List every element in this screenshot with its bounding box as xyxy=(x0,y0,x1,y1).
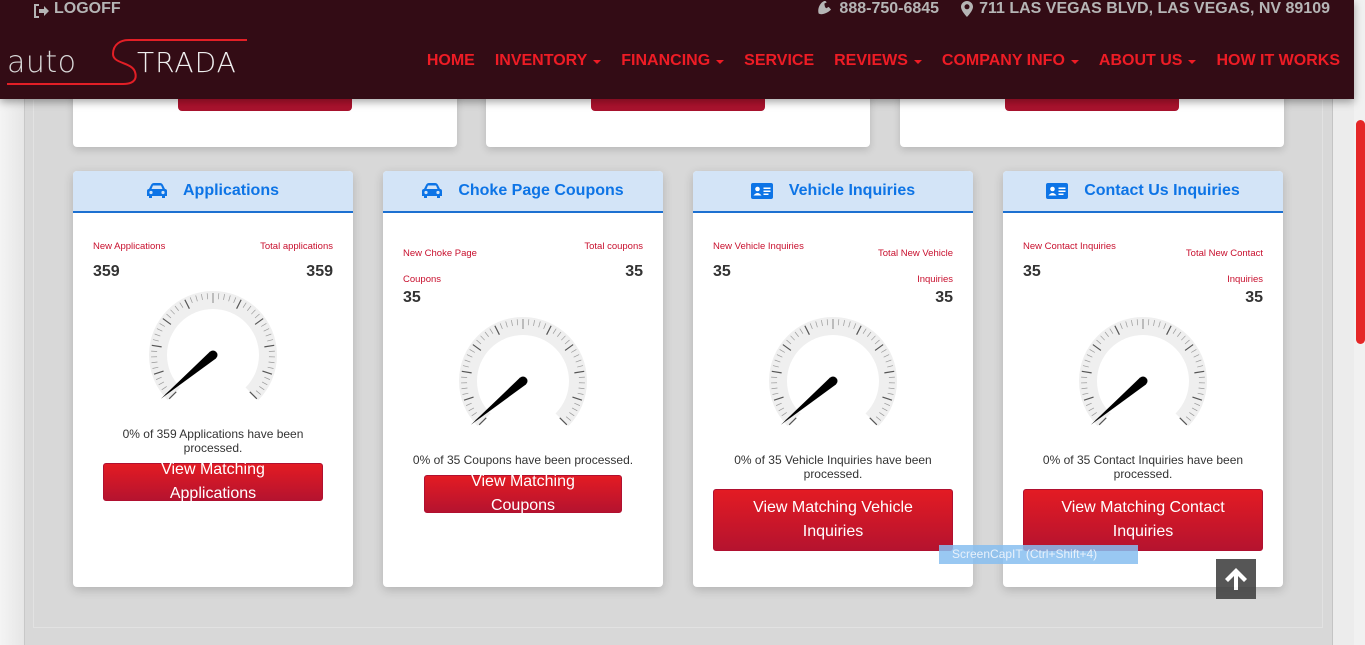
gauge-hub xyxy=(208,350,218,360)
progress-gauge xyxy=(149,291,279,406)
total-count-label: Total New Vehicle Inquiries xyxy=(878,248,953,285)
nav-item-service[interactable]: SERVICE xyxy=(734,52,824,70)
card-title: Contact Us Inquiries xyxy=(1084,182,1240,199)
view-matching-button[interactable]: View Matching Applications xyxy=(103,461,323,502)
view-matching-button[interactable]: View Matching Contact Inquiries xyxy=(1023,489,1263,551)
total-count-value: 359 xyxy=(306,263,333,280)
processed-status-text: 0% of 35 Contact Inquiries have been pro… xyxy=(1042,453,1244,481)
nav-item-about-us[interactable]: ABOUT US xyxy=(1089,52,1207,70)
nav-item-label: HOME xyxy=(426,52,475,69)
caret-down-icon xyxy=(593,60,602,64)
total-count-label: Total coupons xyxy=(584,241,643,252)
caret-down-icon xyxy=(913,60,922,64)
new-count-value: 35 xyxy=(403,289,421,306)
progress-gauge xyxy=(1079,317,1209,432)
total-count-value: 35 xyxy=(935,289,953,306)
site-header: LOGOFF 888-750-6845 711 LAS VEGAS BLVD, … xyxy=(0,0,1354,99)
nav-item-label: INVENTORY xyxy=(494,52,588,69)
view-matching-button-label: View Matching Applications xyxy=(161,461,265,502)
new-count-label: New Choke Page Coupons xyxy=(403,248,477,285)
caret-down-icon xyxy=(716,60,725,64)
nav-item-label: FINANCING xyxy=(621,52,711,69)
caret-down-icon xyxy=(1070,60,1079,64)
new-count-label: New Applications xyxy=(93,241,166,252)
nav-item-financing[interactable]: FINANCING xyxy=(611,52,734,70)
card-title: Vehicle Inquiries xyxy=(788,182,916,199)
card-header: Vehicle Inquiries xyxy=(693,171,973,213)
id-card-icon xyxy=(750,183,773,199)
nav-item-label: COMPANY INFO xyxy=(941,52,1065,69)
autostrada-logo[interactable]: auto TRADA xyxy=(5,38,250,88)
arrow-up-icon xyxy=(1225,568,1247,590)
stat-card-contact-us-inquiries: Contact Us Inquiries New Contact Inquirie… xyxy=(1003,171,1283,587)
card-title: Applications xyxy=(182,182,279,199)
gauge-track xyxy=(769,317,897,427)
card-header: Applications xyxy=(73,171,353,213)
progress-gauge xyxy=(459,317,589,432)
phone-number[interactable]: 888-750-6845 xyxy=(839,0,939,18)
nav-item-home[interactable]: HOME xyxy=(417,52,485,70)
caret-down-icon xyxy=(1188,60,1197,64)
new-count-value: 35 xyxy=(1023,263,1041,280)
scrollbar-thumb[interactable] xyxy=(1356,120,1365,344)
stat-card-vehicle-inquiries: Vehicle Inquiries New Vehicle Inquiries To… xyxy=(693,171,973,587)
new-count-value: 359 xyxy=(93,263,120,280)
address: 711 LAS VEGAS BLVD, LAS VEGAS, NV 89109 xyxy=(979,0,1330,17)
processed-status-text: 0% of 35 Vehicle Inquiries have been pro… xyxy=(734,453,932,481)
total-count-label: Total New Contact Inquiries xyxy=(1185,248,1263,285)
nav-item-inventory[interactable]: INVENTORY xyxy=(485,52,611,70)
view-matching-button[interactable]: View Matching Vehicle Inquiries xyxy=(713,489,953,551)
main-nav: HOME INVENTORY FINANCING SERVICE REVIEWS COMP… xyxy=(417,52,1350,70)
card-header: Choke Page Coupons xyxy=(383,171,663,213)
nav-item-company-info[interactable]: COMPANY INFO xyxy=(932,52,1089,70)
new-count-label: New Vehicle Inquiries xyxy=(713,241,804,252)
nav-item-label: REVIEWS xyxy=(834,52,908,69)
car-icon xyxy=(422,183,443,198)
gauge-track xyxy=(1079,317,1207,427)
new-count-label: New Contact Inquiries xyxy=(1023,241,1116,252)
gauge-hub xyxy=(1138,376,1148,386)
processed-status-text: 0% of 35 Coupons have been processed. xyxy=(412,453,634,467)
logoff-label: LOGOFF xyxy=(54,0,121,17)
logo-text-trada: TRADA xyxy=(137,46,237,79)
processed-status-text: 0% of 359 Applications have been process… xyxy=(122,427,304,455)
progress-gauge xyxy=(769,317,899,432)
nav-item-reviews[interactable]: REVIEWS xyxy=(824,52,932,70)
nav-item-label: SERVICE xyxy=(744,52,815,69)
gauge-hub xyxy=(828,376,838,386)
id-card-icon xyxy=(1046,183,1069,199)
contact-bar: 888-750-6845 711 LAS VEGAS BLVD, LAS VEG… xyxy=(817,0,1330,18)
logo-text-auto: auto xyxy=(7,45,77,80)
nav-item-how-it-works[interactable]: HOW IT WORKS xyxy=(1206,52,1350,70)
nav-item-label: ABOUT US xyxy=(1098,52,1183,69)
view-matching-button-label: View Matching Coupons xyxy=(471,473,575,514)
scroll-to-top-button[interactable] xyxy=(1216,559,1256,599)
card-header: Contact Us Inquiries xyxy=(1003,171,1283,213)
stat-card-applications: Applications New Applications Total applic… xyxy=(73,171,353,587)
screencap-overlay: ScreenCapIT (Ctrl+Shift+4) xyxy=(939,545,1138,564)
view-matching-button[interactable]: View Matching Coupons xyxy=(424,473,622,514)
view-matching-button-label: View Matching Contact Inquiries xyxy=(1061,499,1225,540)
total-count-value: 35 xyxy=(625,263,643,280)
card-title: Choke Page Coupons xyxy=(458,182,624,199)
nav-item-label: HOW IT WORKS xyxy=(1216,52,1340,69)
logoff-link[interactable]: LOGOFF xyxy=(33,0,121,18)
phone-icon xyxy=(818,1,832,15)
new-count-value: 35 xyxy=(713,263,731,280)
gauge-track xyxy=(149,291,277,401)
sign-out-icon xyxy=(34,4,49,18)
stat-card-choke-page-coupons: Choke Page Coupons New Choke Page Coupons… xyxy=(383,171,663,587)
total-count-value: 35 xyxy=(1245,289,1263,306)
car-icon xyxy=(146,183,167,198)
gauge-hub xyxy=(518,376,528,386)
gauge-track xyxy=(459,317,587,427)
total-count-label: Total applications xyxy=(260,241,333,252)
view-matching-button-label: View Matching Vehicle Inquiries xyxy=(753,499,913,540)
map-marker-icon xyxy=(961,1,974,17)
